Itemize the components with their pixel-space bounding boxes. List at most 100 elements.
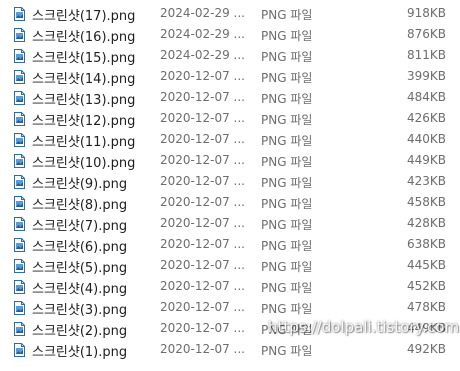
file-type: PNG 파일 xyxy=(261,302,313,316)
file-type: PNG 파일 xyxy=(261,260,313,274)
file-size: 423KB xyxy=(406,174,446,188)
file-row[interactable]: 스크린샷(8).png 2020-12-07 ... PNG 파일 458KB xyxy=(0,192,460,213)
image-file-icon xyxy=(14,90,25,105)
file-type: PNG 파일 xyxy=(261,92,313,106)
file-size: 811KB xyxy=(406,48,446,62)
image-file-icon xyxy=(14,279,25,294)
file-date-modified: 2020-12-07 ... xyxy=(160,174,245,188)
file-type: PNG 파일 xyxy=(261,8,313,22)
file-type: PNG 파일 xyxy=(261,155,313,169)
file-type: PNG 파일 xyxy=(261,113,313,127)
file-row[interactable]: 스크린샷(6).png 2020-12-07 ... PNG 파일 638KB xyxy=(0,234,460,255)
file-size: 399KB xyxy=(406,69,446,83)
file-name: 스크린샷(4).png xyxy=(32,282,128,297)
file-date-modified: 2020-12-07 ... xyxy=(160,342,245,356)
file-name: 스크린샷(16).png xyxy=(32,30,136,45)
file-date-modified: 2020-12-07 ... xyxy=(160,153,245,167)
image-file-icon xyxy=(14,48,25,63)
image-file-icon xyxy=(14,237,25,252)
file-date-modified: 2020-12-07 ... xyxy=(160,300,245,314)
file-date-modified: 2020-12-07 ... xyxy=(160,237,245,251)
file-row[interactable]: 스크린샷(2).png 2020-12-07 ... PNG 파일 449KB xyxy=(0,318,460,339)
file-date-modified: 2020-12-07 ... xyxy=(160,195,245,209)
file-name: 스크린샷(1).png xyxy=(32,345,128,360)
file-row[interactable]: 스크린샷(11).png 2020-12-07 ... PNG 파일 440KB xyxy=(0,129,460,150)
file-row[interactable]: 스크린샷(7).png 2020-12-07 ... PNG 파일 428KB xyxy=(0,213,460,234)
file-date-modified: 2020-12-07 ... xyxy=(160,90,245,104)
file-row[interactable]: 스크린샷(3).png 2020-12-07 ... PNG 파일 478KB xyxy=(0,297,460,318)
file-row[interactable]: 스크린샷(5).png 2020-12-07 ... PNG 파일 445KB xyxy=(0,255,460,276)
file-type: PNG 파일 xyxy=(261,197,313,211)
file-size: 484KB xyxy=(406,90,446,104)
file-row[interactable]: 스크린샷(13).png 2020-12-07 ... PNG 파일 484KB xyxy=(0,87,460,108)
image-file-icon xyxy=(14,27,25,42)
file-date-modified: 2020-12-07 ... xyxy=(160,69,245,83)
image-file-icon xyxy=(14,132,25,147)
file-size: 449KB xyxy=(406,153,446,167)
image-file-icon xyxy=(14,69,25,84)
file-row[interactable]: 스크린샷(15).png 2024-02-29 ... PNG 파일 811KB xyxy=(0,45,460,66)
file-name: 스크린샷(7).png xyxy=(32,219,128,234)
file-type: PNG 파일 xyxy=(261,344,313,358)
file-size: 638KB xyxy=(406,237,446,251)
file-date-modified: 2020-12-07 ... xyxy=(160,258,245,272)
file-size: 492KB xyxy=(406,342,446,356)
image-file-icon xyxy=(14,216,25,231)
file-row[interactable]: 스크린샷(17).png 2024-02-29 ... PNG 파일 918KB xyxy=(0,3,460,24)
file-type: PNG 파일 xyxy=(261,134,313,148)
file-date-modified: 2020-12-07 ... xyxy=(160,321,245,335)
file-row[interactable]: 스크린샷(10).png 2020-12-07 ... PNG 파일 449KB xyxy=(0,150,460,171)
file-size: 440KB xyxy=(406,132,446,146)
file-size: 458KB xyxy=(406,195,446,209)
file-date-modified: 2024-02-29 ... xyxy=(160,6,245,20)
file-type: PNG 파일 xyxy=(261,71,313,85)
file-type: PNG 파일 xyxy=(261,218,313,232)
file-name: 스크린샷(10).png xyxy=(32,156,136,171)
file-type: PNG 파일 xyxy=(261,176,313,190)
file-type: PNG 파일 xyxy=(261,323,313,337)
file-name: 스크린샷(13).png xyxy=(32,93,136,108)
file-size: 478KB xyxy=(406,300,446,314)
file-name: 스크린샷(6).png xyxy=(32,240,128,255)
file-date-modified: 2024-02-29 ... xyxy=(160,27,245,41)
file-row[interactable]: 스크린샷(16).png 2024-02-29 ... PNG 파일 876KB xyxy=(0,24,460,45)
file-row[interactable]: 스크린샷(9).png 2020-12-07 ... PNG 파일 423KB xyxy=(0,171,460,192)
file-name: 스크린샷(11).png xyxy=(32,135,136,150)
file-date-modified: 2020-12-07 ... xyxy=(160,216,245,230)
image-file-icon xyxy=(14,342,25,357)
file-date-modified: 2020-12-07 ... xyxy=(160,132,245,146)
file-name: 스크린샷(9).png xyxy=(32,177,128,192)
file-name: 스크린샷(5).png xyxy=(32,261,128,276)
image-file-icon xyxy=(14,174,25,189)
file-name: 스크린샷(17).png xyxy=(32,9,136,24)
file-row[interactable]: 스크린샷(4).png 2020-12-07 ... PNG 파일 452KB xyxy=(0,276,460,297)
image-file-icon xyxy=(14,111,25,126)
file-size: 426KB xyxy=(406,111,446,125)
image-file-icon xyxy=(14,6,25,21)
file-type: PNG 파일 xyxy=(261,281,313,295)
file-size: 428KB xyxy=(406,216,446,230)
file-name: 스크린샷(15).png xyxy=(32,51,136,66)
file-type: PNG 파일 xyxy=(261,29,313,43)
image-file-icon xyxy=(14,153,25,168)
file-size: 876KB xyxy=(406,27,446,41)
file-size: 918KB xyxy=(406,6,446,20)
image-file-icon xyxy=(14,258,25,273)
file-date-modified: 2024-02-29 ... xyxy=(160,48,245,62)
image-file-icon xyxy=(14,321,25,336)
file-name: 스크린샷(14).png xyxy=(32,72,136,87)
file-row[interactable]: 스크린샷(12).png 2020-12-07 ... PNG 파일 426KB xyxy=(0,108,460,129)
file-name: 스크린샷(2).png xyxy=(32,324,128,339)
file-size: 445KB xyxy=(406,258,446,272)
file-type: PNG 파일 xyxy=(261,50,313,64)
file-row[interactable]: 스크린샷(1).png 2020-12-07 ... PNG 파일 492KB xyxy=(0,339,460,360)
file-row[interactable]: 스크린샷(14).png 2020-12-07 ... PNG 파일 399KB xyxy=(0,66,460,87)
file-size: 449KB xyxy=(406,321,446,335)
file-name: 스크린샷(12).png xyxy=(32,114,136,129)
file-name: 스크린샷(8).png xyxy=(32,198,128,213)
file-type: PNG 파일 xyxy=(261,239,313,253)
file-date-modified: 2020-12-07 ... xyxy=(160,279,245,293)
image-file-icon xyxy=(14,195,25,210)
file-list: 스크린샷(17).png 2024-02-29 ... PNG 파일 918KB 스크린… xyxy=(0,3,460,360)
file-date-modified: 2020-12-07 ... xyxy=(160,111,245,125)
